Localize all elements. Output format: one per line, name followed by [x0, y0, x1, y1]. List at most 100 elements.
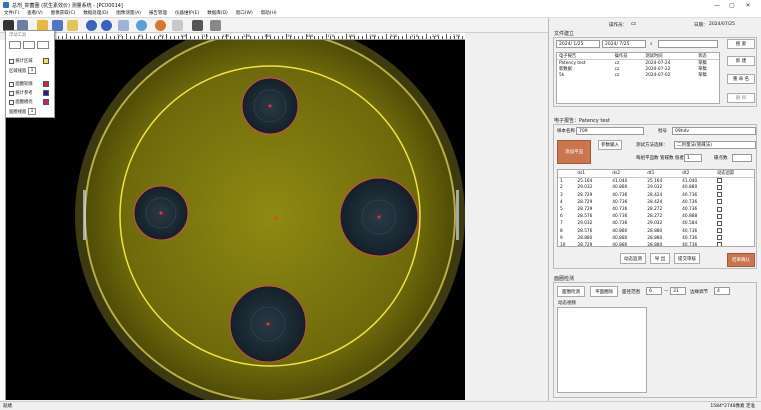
dynamic-track-checkbox[interactable] — [717, 199, 723, 205]
circle-tool-icon[interactable] — [23, 41, 35, 49]
dynamic-track-checkbox[interactable] — [717, 220, 723, 226]
dynamic-track-checkbox-cell[interactable] — [715, 228, 754, 235]
dynamic-track-checkbox-cell[interactable] — [715, 242, 754, 246]
plates-per-group-input[interactable]: 1 — [684, 154, 702, 162]
dynamic-track-checkbox-cell[interactable] — [715, 206, 754, 213]
table-row[interactable]: 5 28.729 40.736 28.272 40.736 — [558, 206, 754, 213]
param-input-button[interactable]: 参数输入 — [598, 140, 622, 150]
menu-file[interactable]: 文件(F) — [0, 10, 23, 18]
close-button[interactable]: ✕ — [741, 0, 755, 10]
ruler-tick — [234, 36, 235, 39]
dynamic-monitor-button[interactable]: 动态监测 — [620, 253, 646, 264]
blue-color-swatch[interactable] — [43, 90, 49, 96]
dynamic-track-checkbox[interactable] — [717, 192, 723, 198]
rename-button[interactable]: 重 命 名 — [727, 74, 755, 84]
zone-detect-button[interactable]: 面圈检测 — [557, 286, 585, 297]
table-row[interactable]: 2 29.032 40.880 29.032 40.880 — [558, 184, 754, 191]
dynamic-track-checkbox[interactable] — [717, 206, 723, 212]
date-to-picker[interactable]: 2024/ 7/25 — [602, 40, 646, 48]
menu-maintenance[interactable]: 仪器维护(E) — [171, 10, 203, 18]
sample-name-input[interactable]: 709 — [576, 127, 644, 135]
dynamic-track-checkbox[interactable] — [717, 235, 723, 241]
dynamic-track-checkbox-cell[interactable] — [715, 192, 754, 199]
grid-icon[interactable] — [192, 20, 203, 31]
inhibition-zone-left[interactable] — [133, 185, 189, 241]
crosshair-icon[interactable] — [155, 20, 166, 31]
fit-icon[interactable] — [118, 20, 129, 31]
zoom-in-icon[interactable] — [86, 20, 97, 31]
inhibition-zone-top[interactable] — [241, 77, 299, 135]
menu-view[interactable]: 查看(V) — [23, 10, 47, 18]
dynamic-track-checkbox-cell[interactable] — [715, 235, 754, 242]
red-color-swatch[interactable] — [43, 81, 49, 87]
ring-tool-icon[interactable] — [37, 41, 49, 49]
dynamic-track-checkbox[interactable] — [717, 228, 723, 234]
plate-zone-detect-button[interactable]: 平面圈除 — [590, 286, 618, 297]
dynamic-track-checkbox[interactable] — [717, 184, 723, 190]
pointer-tool-icon[interactable] — [9, 41, 21, 49]
table-row[interactable]: 7 29.032 40.736 29.032 40.584 — [558, 220, 754, 227]
menu-process[interactable]: 数据处理(D) — [79, 10, 112, 18]
search-input[interactable] — [658, 40, 718, 48]
cylinders-input[interactable] — [732, 154, 752, 162]
yellow-color-swatch[interactable] — [43, 58, 49, 64]
new-button[interactable]: 新 建 — [727, 56, 755, 66]
dynamic-track-checkbox[interactable] — [717, 213, 723, 219]
minimize-button[interactable]: — — [710, 0, 724, 10]
menu-report[interactable]: 报告管理 — [145, 10, 171, 18]
date-from-picker[interactable]: 2024/ 1/25 — [556, 40, 600, 48]
confirm-result-button[interactable]: 结果确认 — [727, 253, 755, 267]
threshold-input[interactable]: 4 — [714, 287, 730, 295]
maximize-button[interactable]: ▢ — [725, 0, 739, 10]
folder-icon[interactable] — [67, 20, 78, 31]
export-button[interactable]: 导 出 — [650, 253, 670, 264]
range-from-input[interactable]: 6 — [646, 287, 662, 295]
table-row[interactable]: 10 28.729 40.880 28.880 40.736 — [558, 242, 754, 246]
table-row[interactable]: 8 28.576 40.880 28.880 40.736 — [558, 228, 754, 235]
table-row[interactable]: 9 28.880 40.880 28.880 40.736 — [558, 235, 754, 242]
zoom-out-icon[interactable] — [101, 20, 112, 31]
image-canvas[interactable] — [6, 40, 465, 400]
menu-window[interactable]: 窗口(W) — [232, 10, 257, 18]
zone-contour-row[interactable]: 面圈轮廓 — [9, 81, 33, 87]
menu-capture[interactable]: 图像获取(C) — [47, 10, 80, 18]
table-row[interactable]: 4 28.729 40.736 28.424 40.736 — [558, 199, 754, 206]
menu-help[interactable]: 帮助(H) — [257, 10, 281, 18]
dynamic-track-checkbox-cell[interactable] — [715, 220, 754, 227]
rotate-icon[interactable] — [136, 20, 147, 31]
zone-highlight-row[interactable]: 面圈模亮 — [9, 99, 33, 105]
delete-button[interactable]: 删 除 — [727, 93, 755, 103]
dynamic-track-checkbox-cell[interactable] — [715, 213, 754, 220]
range-label: 面径范围 — [622, 290, 640, 295]
table-cell: 40.736 — [682, 228, 698, 234]
table-row[interactable]: 1 25.164 41.040 25.164 41.040 — [558, 177, 754, 184]
monitor-label: 动态视频 — [558, 301, 576, 306]
select-icon[interactable] — [172, 20, 183, 31]
dynamic-track-checkbox[interactable] — [717, 242, 723, 246]
menu-database[interactable]: 数据库(D) — [203, 10, 231, 18]
add-plate-button[interactable]: 添加平皿 — [557, 140, 591, 164]
stat-region-row[interactable]: 统计区域 — [9, 58, 33, 64]
inhibition-zone-bottom[interactable] — [229, 285, 307, 363]
table-row[interactable]: 3 28.729 40.736 28.424 40.736 — [558, 192, 754, 199]
dynamic-track-checkbox-cell[interactable] — [715, 184, 754, 191]
dynamic-track-checkbox-cell[interactable] — [715, 177, 754, 184]
submit-review-button[interactable]: 提交审核 — [674, 253, 700, 264]
magenta-color-swatch[interactable] — [43, 99, 49, 105]
exit-icon[interactable] — [210, 20, 221, 31]
floating-tools-panel[interactable]: 浮动工具 统计区域 区域线宽 1 面圈轮廓 统计参考 面圈模亮 面圈线宽 1 — [5, 30, 55, 118]
data-table[interactable]: ds1 ds2 dt1 dt2 动态追踪 1 25.164 41.040 25.164… — [557, 169, 755, 247]
inhibition-zone-right[interactable] — [339, 177, 419, 257]
dynamic-track-checkbox-cell[interactable] — [715, 199, 754, 206]
dynamic-track-checkbox[interactable] — [717, 178, 723, 184]
stat-reference-row[interactable]: 统计参考 — [9, 90, 33, 96]
menu-measure[interactable]: 图像测量(A) — [112, 10, 145, 18]
batch-input[interactable]: 09hdv — [672, 127, 756, 135]
method-select[interactable]: 二剂量法(管碟法) — [674, 141, 756, 149]
table-row[interactable]: 6 28.576 40.736 28.272 40.888 — [558, 213, 754, 220]
table-row[interactable]: 5k cz 2024-07-02 草稿 — [557, 72, 719, 79]
range-to-input[interactable]: 31 — [670, 287, 686, 295]
file-list[interactable]: 电子报告 操作员 测试时间 状态 Patency test cz 2024-07-2… — [556, 52, 720, 104]
query-button[interactable]: 搜 索 — [727, 39, 755, 49]
ruler-tick — [102, 36, 103, 39]
